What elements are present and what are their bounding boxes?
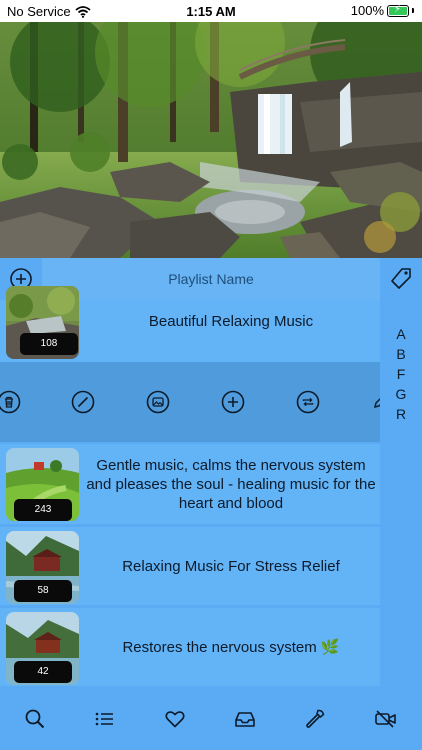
list-icon xyxy=(94,708,116,730)
block-icon xyxy=(71,390,95,414)
repeat-button[interactable] xyxy=(296,390,320,414)
index-letter-r[interactable]: R xyxy=(380,406,422,422)
video-off-icon xyxy=(374,708,396,730)
edit-icon xyxy=(368,390,380,414)
tab-settings[interactable] xyxy=(304,708,326,730)
index-letter-a[interactable]: A xyxy=(380,326,422,342)
playlist-row[interactable]: 108 Beautiful Relaxing Music xyxy=(0,286,380,362)
hero-waterfall-image xyxy=(0,22,422,258)
image-button[interactable] xyxy=(146,390,170,414)
playlist-title: Beautiful Relaxing Music xyxy=(148,312,314,330)
track-count-badge: 58 xyxy=(14,580,72,602)
row-action-strip xyxy=(0,362,380,442)
delete-button[interactable] xyxy=(0,390,21,414)
tab-inbox[interactable] xyxy=(234,708,256,730)
index-letter-g[interactable]: G xyxy=(380,386,422,402)
battery-icon: ⚡ xyxy=(387,4,409,17)
index-letter-f[interactable]: F xyxy=(380,366,422,382)
playlist-row[interactable]: 58 Relaxing Music For Stress Relief xyxy=(0,527,380,605)
status-bar: No Service 1:15 AM 100% ⚡ xyxy=(0,0,422,22)
playlist-title: Gentle music, calms the nervous system a… xyxy=(86,456,376,512)
battery-percent: 100% xyxy=(350,3,384,18)
wrench-icon xyxy=(304,708,326,730)
playlist-row[interactable]: 243 Gentle music, calms the nervous syst… xyxy=(0,444,380,524)
track-count-badge: 42 xyxy=(14,661,72,683)
track-count-badge: 108 xyxy=(20,333,78,355)
repeat-icon xyxy=(296,390,320,414)
index-letter-b[interactable]: B xyxy=(380,346,422,362)
status-right: 100% ⚡ xyxy=(351,3,414,18)
alphabet-index: A B F G R xyxy=(380,300,422,686)
image-icon xyxy=(146,390,170,414)
tab-search[interactable] xyxy=(24,708,46,730)
tag-icon xyxy=(388,266,414,292)
playlist-title: Restores the nervous system 🌿 xyxy=(122,638,340,656)
trash-icon xyxy=(0,390,21,414)
playlist-name-input[interactable]: Playlist Name xyxy=(42,258,380,300)
tab-video[interactable] xyxy=(374,708,396,730)
tab-bar xyxy=(0,686,422,750)
playlist-row[interactable]: 42 Restores the nervous system 🌿 xyxy=(0,608,380,686)
plus-circle-icon xyxy=(221,390,245,414)
tab-list[interactable] xyxy=(94,708,116,730)
edit-button[interactable] xyxy=(368,390,380,414)
track-count-badge: 243 xyxy=(14,499,72,521)
heart-icon xyxy=(164,708,186,730)
add-button[interactable] xyxy=(221,390,245,414)
inbox-icon xyxy=(234,708,256,730)
search-icon xyxy=(24,708,46,730)
tag-button[interactable] xyxy=(380,258,422,300)
tab-favorites[interactable] xyxy=(164,708,186,730)
block-button[interactable] xyxy=(71,390,95,414)
playlist-title: Relaxing Music For Stress Relief xyxy=(122,557,340,575)
